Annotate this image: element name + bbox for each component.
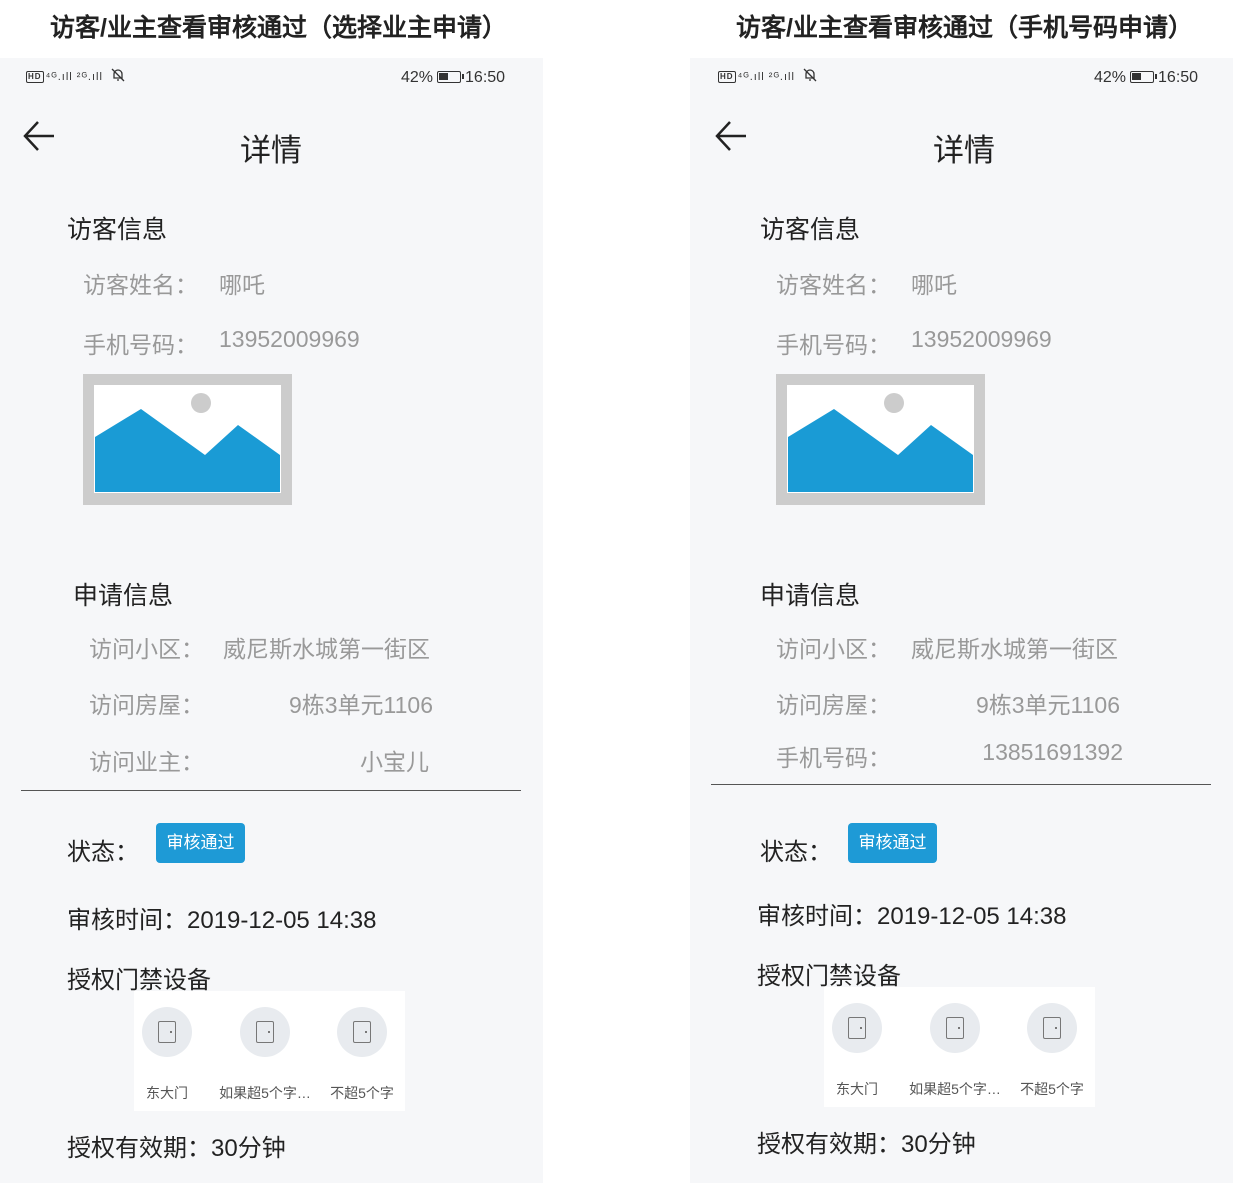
visitor-phone-label: 手机号码： — [776, 332, 891, 358]
house-label: 访问房屋： — [89, 692, 204, 718]
community-label: 访问小区： — [89, 636, 204, 662]
visitor-photo[interactable] — [83, 374, 292, 505]
mute-bell-icon — [803, 68, 817, 82]
device-item[interactable]: 不超5个字 — [317, 991, 407, 1111]
device-item[interactable]: 如果超5个字… — [219, 991, 311, 1111]
status-badge: 审核通过 — [156, 823, 245, 863]
page-title: 详情 — [240, 133, 302, 168]
clock: 16:50 — [465, 69, 506, 86]
owner-value: 小宝儿 — [360, 749, 429, 775]
door-icon — [1043, 1017, 1061, 1039]
device-item[interactable]: 东大门 — [812, 987, 902, 1107]
status-label: 状态： — [760, 839, 832, 866]
validity: 授权有效期：30分钟 — [757, 1131, 976, 1158]
status-bar-right: 42% 16:50 — [1094, 69, 1198, 87]
devices-title: 授权门禁设备 — [67, 967, 211, 994]
signal-icon: ⁴ᴳ.ıll ²ᴳ.ıll — [737, 71, 795, 83]
device-item[interactable]: 如果超5个字… — [909, 987, 1001, 1107]
door-icon — [158, 1021, 176, 1043]
status-bar-right: 42% 16:50 — [401, 69, 505, 87]
visitor-name-label: 访客姓名： — [83, 272, 198, 298]
door-icon — [256, 1021, 274, 1043]
visitor-name-value: 哪吒 — [219, 272, 265, 298]
device-label: 如果超5个字… — [219, 1085, 311, 1101]
community-value: 威尼斯水城第一街区 — [911, 636, 1118, 662]
visitor-section-title: 访客信息 — [67, 216, 168, 244]
owner-label: 访问业主： — [89, 749, 204, 775]
visitor-phone-value: 13952009969 — [911, 326, 1052, 352]
audit-time: 审核时间：2019-12-05 14:38 — [67, 907, 377, 934]
visitor-name-label: 访客姓名： — [776, 272, 891, 298]
back-arrow-icon[interactable] — [22, 118, 56, 154]
visitor-phone-label: 手机号码： — [83, 332, 198, 358]
status-badge: 审核通过 — [848, 823, 937, 863]
door-icon — [946, 1017, 964, 1039]
owner-phone-value: 13851691392 — [982, 739, 1123, 765]
owner-phone-label: 手机号码： — [776, 745, 891, 771]
house-label: 访问房屋： — [776, 692, 891, 718]
clock: 16:50 — [1158, 69, 1199, 86]
apply-section-title: 申请信息 — [760, 582, 861, 610]
screen-heading: 访客/业主查看审核通过（选择业主申请） — [50, 14, 507, 42]
device-item[interactable]: 不超5个字 — [1007, 987, 1097, 1107]
hd-icon: HD — [718, 71, 736, 84]
community-value: 威尼斯水城第一街区 — [223, 636, 430, 662]
visitor-name-value: 哪吒 — [911, 272, 957, 298]
battery-icon — [437, 71, 465, 83]
house-value: 9栋3单元1106 — [975, 692, 1120, 718]
device-label: 东大门 — [836, 1081, 878, 1097]
signal-icon: ⁴ᴳ.ıll ²ᴳ.ıll — [45, 71, 103, 83]
battery-icon — [1130, 71, 1158, 83]
screen-heading: 访客/业主查看审核通过（手机号码申请） — [736, 14, 1193, 42]
device-label: 东大门 — [146, 1085, 188, 1101]
hd-icon: HD — [26, 71, 44, 84]
divider — [711, 784, 1211, 785]
device-label: 不超5个字 — [330, 1085, 394, 1101]
divider — [21, 790, 521, 791]
door-icon — [848, 1017, 866, 1039]
device-list: 东大门 如果超5个字… 不超5个字 — [134, 991, 405, 1111]
image-placeholder-icon — [788, 393, 973, 492]
battery-percent: 42% — [1094, 69, 1127, 86]
mute-bell-icon — [111, 68, 125, 82]
status-label: 状态： — [67, 839, 139, 866]
device-item[interactable]: 东大门 — [122, 991, 212, 1111]
validity: 授权有效期：30分钟 — [67, 1135, 286, 1162]
image-placeholder-icon — [95, 393, 280, 492]
community-label: 访问小区： — [776, 636, 891, 662]
audit-time: 审核时间：2019-12-05 14:38 — [757, 903, 1067, 930]
device-label: 不超5个字 — [1020, 1081, 1084, 1097]
status-bar-left: HD ⁴ᴳ.ıll ²ᴳ.ıll — [718, 68, 817, 84]
devices-title: 授权门禁设备 — [757, 963, 901, 990]
visitor-phone-value: 13952009969 — [219, 326, 360, 352]
page-title: 详情 — [933, 133, 995, 168]
battery-percent: 42% — [401, 69, 434, 86]
device-list: 东大门 如果超5个字… 不超5个字 — [824, 987, 1095, 1107]
door-icon — [353, 1021, 371, 1043]
device-label: 如果超5个字… — [909, 1081, 1001, 1097]
visitor-section-title: 访客信息 — [760, 216, 861, 244]
apply-section-title: 申请信息 — [73, 582, 174, 610]
visitor-photo[interactable] — [776, 374, 985, 505]
status-bar-left: HD ⁴ᴳ.ıll ²ᴳ.ıll — [26, 68, 125, 84]
back-arrow-icon[interactable] — [714, 118, 748, 154]
house-value: 9栋3单元1106 — [288, 692, 433, 718]
